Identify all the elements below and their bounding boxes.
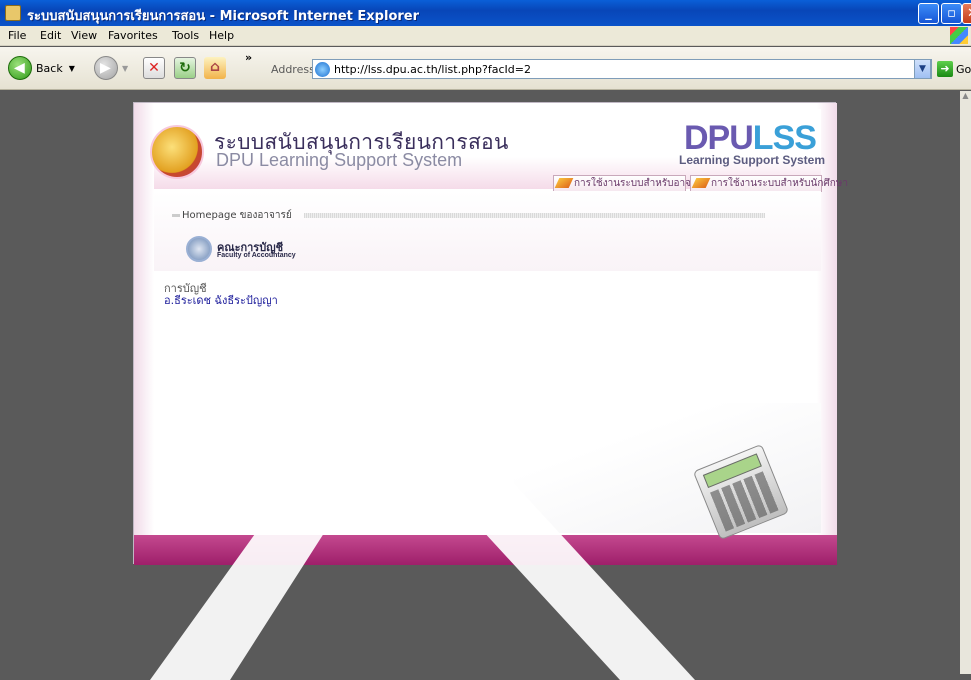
tab-student-guide[interactable]: การใช้งานระบบสำหรับนักศึกษา (690, 175, 848, 192)
go-arrow-icon: ➜ (937, 61, 953, 77)
vertical-scrollbar[interactable]: ▲ (960, 91, 971, 674)
faculty-name-en: Faculty of Accountancy (217, 252, 296, 259)
back-button[interactable]: ◀ Back ▼ (8, 55, 75, 81)
tab-teacher-guide[interactable]: การใช้งานระบบสำหรับอาจารย์ (553, 175, 708, 192)
brand-subtitle: Learning Support System (679, 153, 826, 167)
content-header-band (154, 191, 821, 271)
window-title: ระบบสนับสนุนการเรียนการสอน - Microsoft I… (27, 9, 420, 24)
windows-logo-icon (950, 27, 968, 44)
maximize-button[interactable]: ▫ (941, 3, 962, 24)
stop-icon: ✕ (143, 57, 165, 79)
section-title: Homepage ของอาจารย์ (182, 210, 292, 221)
menu-file[interactable]: File (8, 29, 26, 42)
back-arrow-icon: ◀ (8, 56, 32, 80)
site-subtitle: DPU Learning Support System (216, 150, 463, 170)
forward-button[interactable]: ▶ ▼ (94, 55, 128, 81)
go-label: Go (956, 62, 971, 76)
address-bar[interactable]: http://lss.dpu.ac.th/list.php?facId=2 (312, 59, 932, 79)
pencil-icon (691, 178, 711, 188)
menu-view[interactable]: View (71, 29, 97, 42)
teacher-link[interactable]: อ.ธีระเดช ฉังธีระปัญญา (164, 291, 278, 309)
back-dropdown-icon[interactable]: ▼ (69, 64, 75, 73)
calculator-faculty-icon (186, 236, 212, 262)
toolbar: ◀ Back ▼ ▶ ▼ ✕ ↻ ⌂ » Address http://lss.… (0, 47, 971, 90)
ie-page-icon[interactable] (5, 5, 21, 21)
menu-tools[interactable]: Tools (172, 29, 199, 42)
section-heading: Homepage ของอาจารย์ (172, 210, 765, 221)
close-button[interactable]: ✕ (962, 3, 971, 24)
ie-page-icon (315, 62, 330, 77)
back-label: Back (36, 61, 63, 75)
home-icon: ⌂ (204, 57, 226, 79)
page-footer-band (134, 535, 837, 565)
ie-window: ระบบสนับสนุนการเรียนการสอน - Microsoft I… (0, 0, 971, 680)
forward-arrow-icon: ▶ (94, 56, 118, 80)
pencil-icon (554, 178, 574, 188)
address-dropdown-icon[interactable]: ▼ (914, 59, 931, 79)
toolbar-more-button[interactable]: » (245, 51, 252, 64)
title-bar: ระบบสนับสนุนการเรียนการสอน - Microsoft I… (0, 0, 971, 26)
web-page: ระบบสนับสนุนการเรียนการสอน DPU Learning … (133, 102, 848, 565)
forward-dropdown-icon[interactable]: ▼ (122, 64, 128, 73)
home-button[interactable]: ⌂ (204, 55, 226, 81)
menu-bar: File Edit View Favorites Tools Help (0, 26, 971, 46)
stop-button[interactable]: ✕ (143, 55, 165, 81)
address-url[interactable]: http://lss.dpu.ac.th/list.php?facId=2 (334, 63, 531, 76)
site-logo-icon[interactable] (150, 125, 204, 179)
go-button[interactable]: ➜ Go (937, 61, 971, 77)
menu-favorites[interactable]: Favorites (108, 29, 158, 42)
refresh-icon: ↻ (174, 57, 196, 79)
menu-help[interactable]: Help (209, 29, 234, 42)
menu-edit[interactable]: Edit (40, 29, 61, 42)
scroll-up-icon[interactable]: ▲ (960, 91, 971, 105)
address-label: Address (271, 63, 315, 76)
refresh-button[interactable]: ↻ (174, 55, 196, 81)
minimize-button[interactable]: _ (918, 3, 939, 24)
